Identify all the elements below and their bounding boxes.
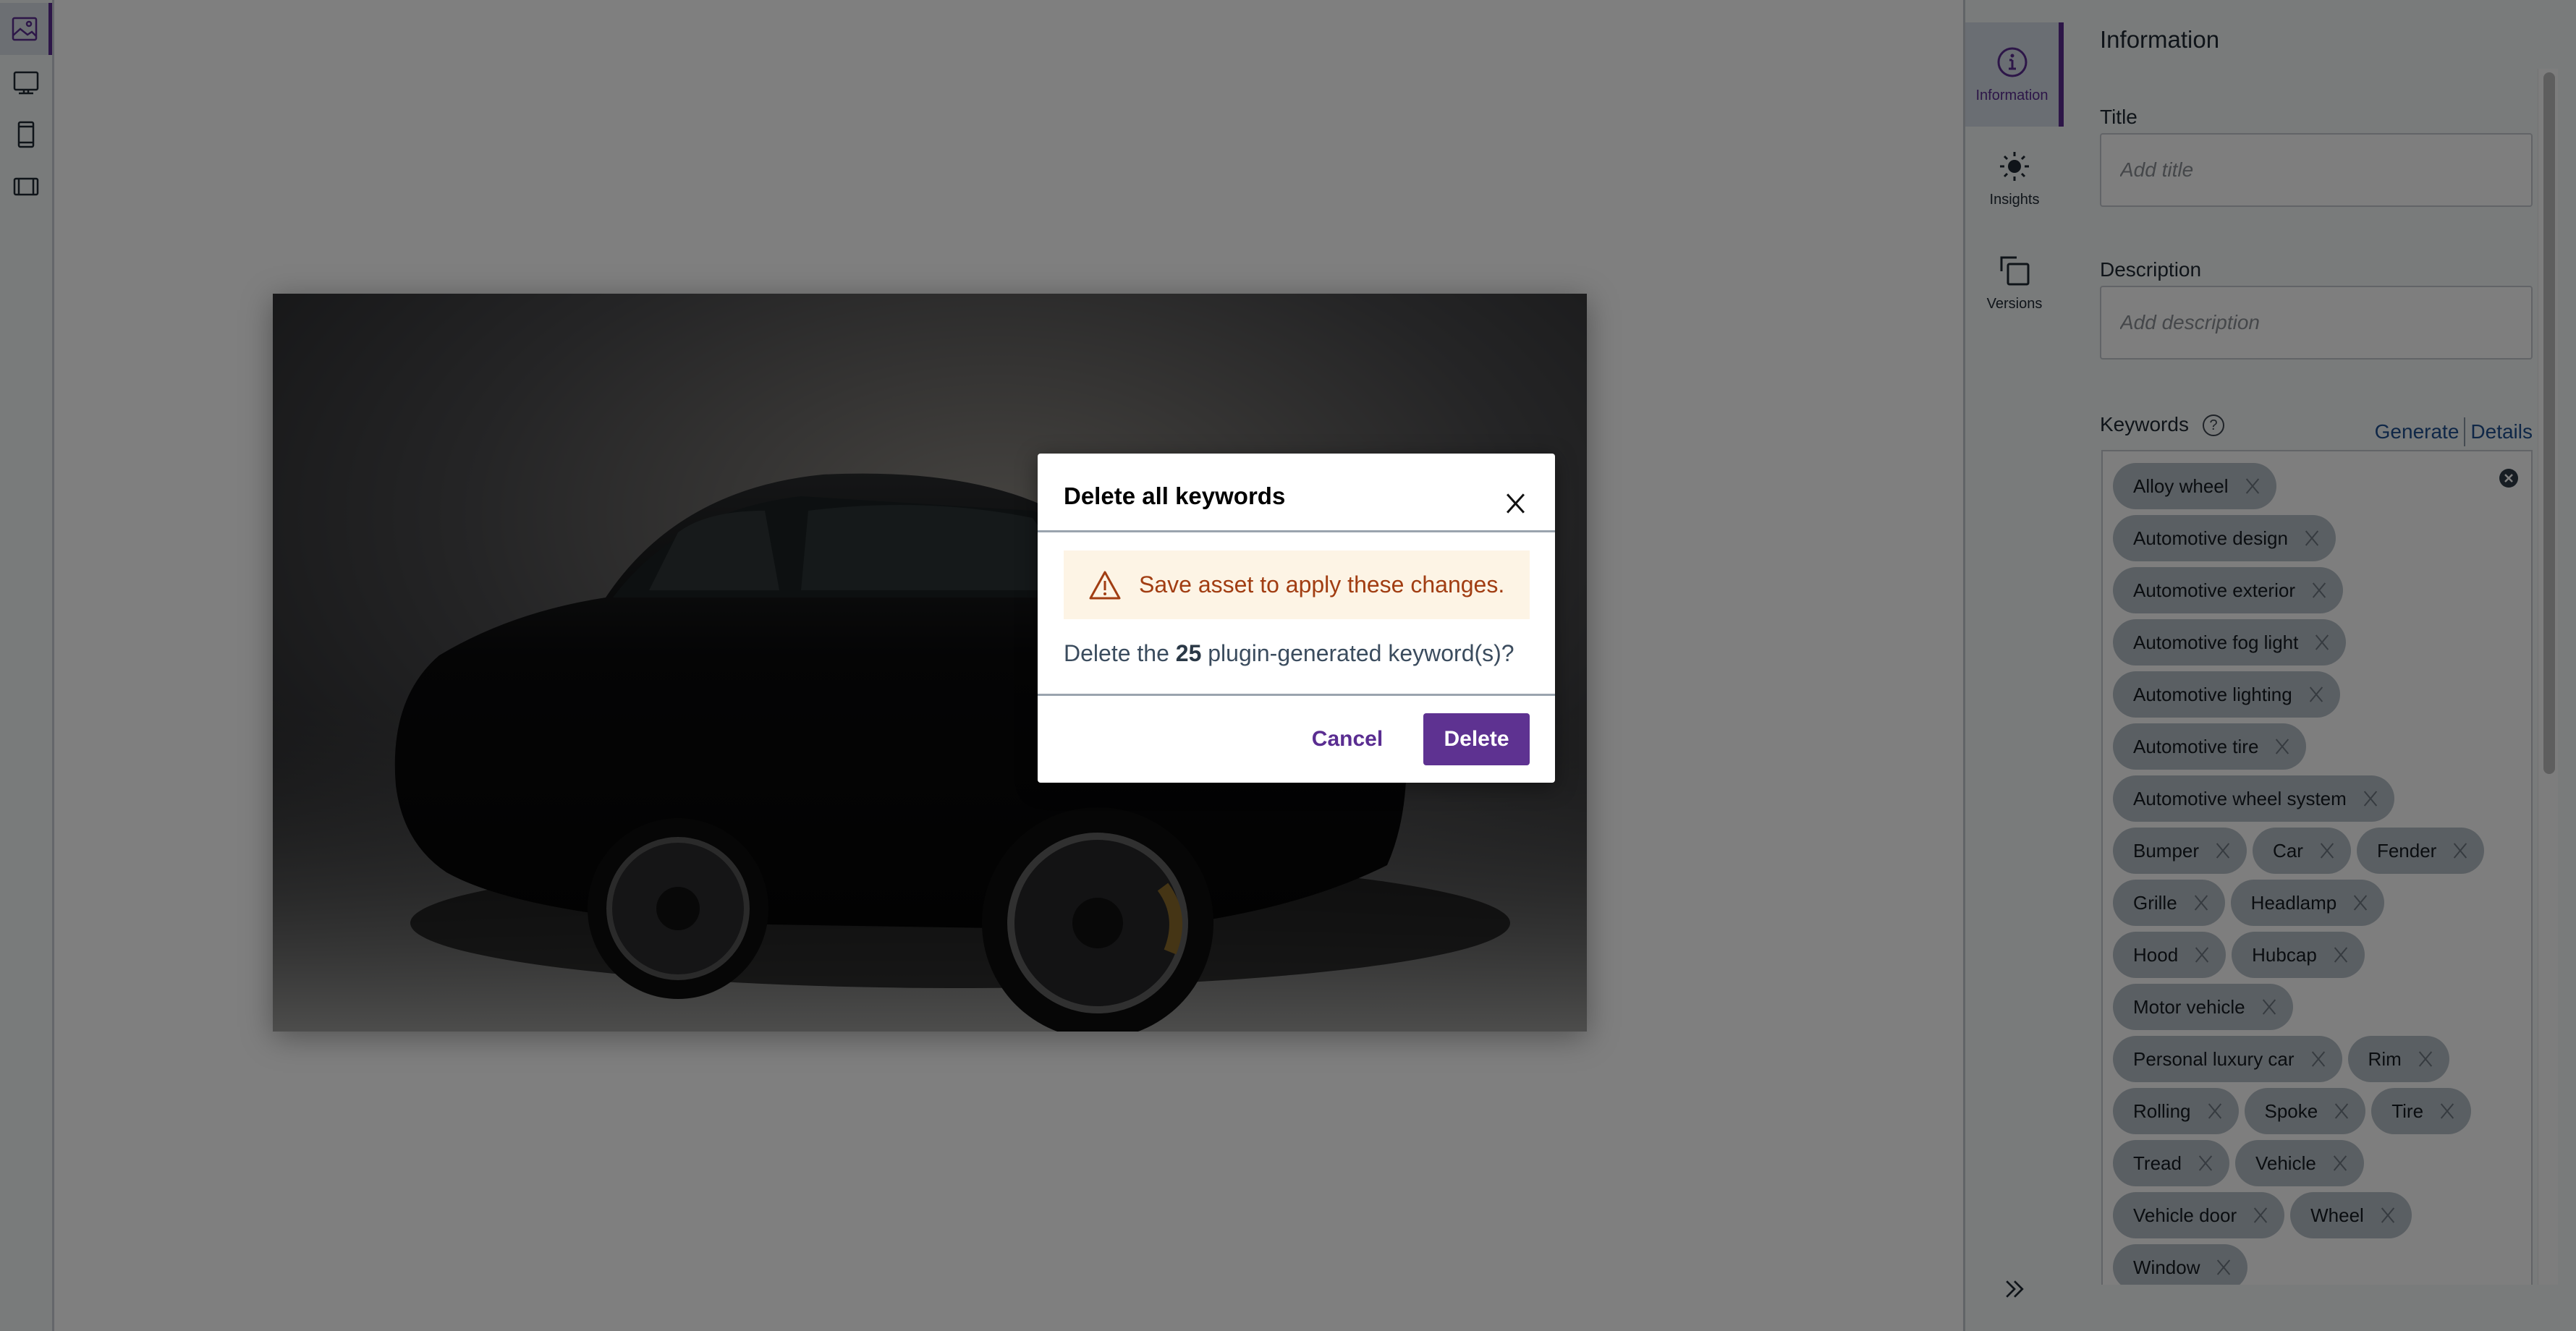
delete-button[interactable]: Delete [1423, 713, 1530, 765]
header-divider [1038, 530, 1555, 532]
keyword-count: 25 [1175, 640, 1202, 666]
delete-keywords-dialog: Delete all keywords Save asset to apply … [1038, 454, 1555, 783]
warning-icon [1089, 571, 1121, 599]
warning-text: Save asset to apply these changes. [1139, 571, 1505, 598]
footer-divider [1038, 694, 1555, 696]
warning-banner: Save asset to apply these changes. [1064, 550, 1530, 619]
message-suffix: plugin-generated keyword(s)? [1201, 640, 1514, 666]
dialog-title: Delete all keywords [1064, 482, 1286, 509]
cancel-button[interactable]: Cancel [1311, 713, 1384, 765]
message-prefix: Delete the [1064, 640, 1176, 666]
dialog-message: Delete the 25 plugin-generated keyword(s… [1064, 640, 1514, 667]
close-dialog-button[interactable] [1504, 493, 1526, 514]
